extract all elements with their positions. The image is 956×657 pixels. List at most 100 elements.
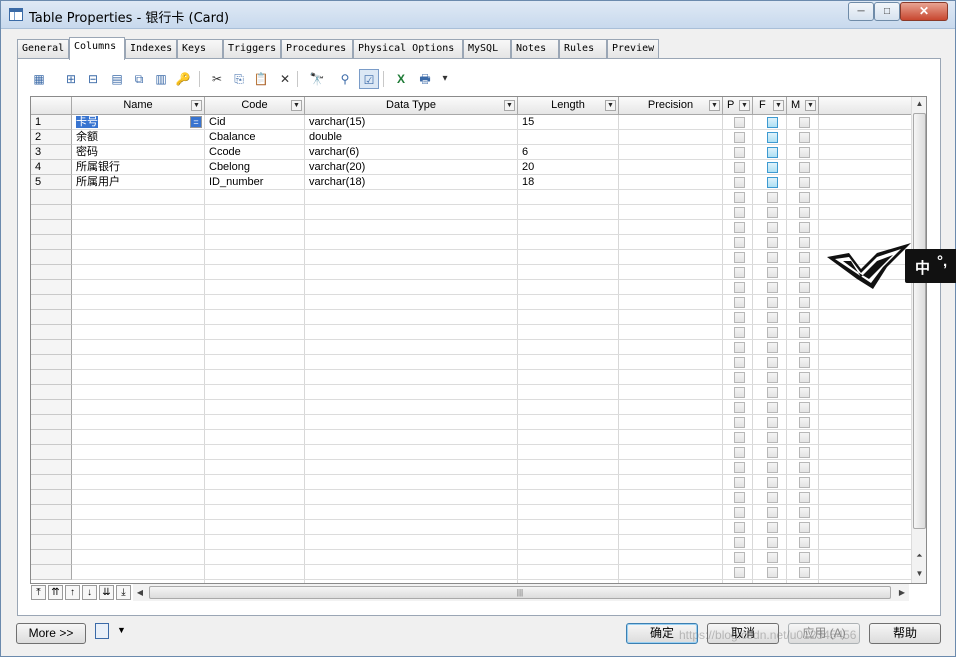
foreign-checkbox[interactable] <box>767 267 778 278</box>
title-bar[interactable]: Table Properties - 银行卡 (Card) ─ □ ✕ <box>1 1 955 29</box>
scroll-left-icon[interactable]: ◀ <box>133 584 147 601</box>
scroll-down-icon[interactable]: ▼ <box>913 567 926 581</box>
primary-checkbox[interactable] <box>734 192 745 203</box>
column-header-mandatory[interactable]: M ▼ <box>787 97 819 115</box>
excel-export-icon[interactable]: X <box>391 69 411 89</box>
foreign-checkbox[interactable] <box>767 402 778 413</box>
move-page-down-icon[interactable]: ⇊ <box>99 585 114 600</box>
empty-table-row[interactable] <box>72 505 912 520</box>
foreign-checkbox[interactable] <box>767 417 778 428</box>
empty-table-row[interactable] <box>72 190 912 205</box>
empty-table-row[interactable] <box>72 490 912 505</box>
mandatory-checkbox[interactable] <box>799 507 810 518</box>
chevron-down-icon[interactable]: ▼ <box>117 625 126 635</box>
row-number[interactable] <box>31 445 72 460</box>
row-number[interactable] <box>31 325 72 340</box>
primary-checkbox[interactable] <box>734 207 745 218</box>
mandatory-checkbox[interactable] <box>799 417 810 428</box>
insert-row-icon[interactable]: ⊞ <box>61 69 81 89</box>
empty-table-row[interactable] <box>72 415 912 430</box>
foreign-checkbox[interactable] <box>767 207 778 218</box>
empty-table-row[interactable] <box>72 400 912 415</box>
foreign-checkbox[interactable] <box>767 342 778 353</box>
foreign-checkbox[interactable] <box>767 462 778 473</box>
primary-checkbox[interactable] <box>734 312 745 323</box>
primary-checkbox[interactable] <box>734 342 745 353</box>
primary-checkbox[interactable] <box>734 222 745 233</box>
cell-length[interactable]: 6 <box>518 145 618 159</box>
foreign-checkbox[interactable] <box>767 492 778 503</box>
mandatory-checkbox[interactable] <box>799 207 810 218</box>
empty-table-row[interactable] <box>72 355 912 370</box>
mandatory-checkbox[interactable] <box>799 357 810 368</box>
cell-code[interactable]: Cbelong <box>205 160 304 174</box>
paste-icon[interactable]: 📋 <box>251 69 271 89</box>
ime-indicator[interactable]: 中 °, <box>827 239 956 291</box>
empty-table-row[interactable] <box>72 310 912 325</box>
minimize-button[interactable]: ─ <box>848 2 874 21</box>
add-columns-icon[interactable]: ▤ <box>107 69 127 89</box>
tab-triggers[interactable]: Triggers <box>223 39 281 59</box>
tab-physical-options[interactable]: Physical Options <box>353 39 463 59</box>
primary-checkbox[interactable] <box>734 117 745 128</box>
mandatory-checkbox[interactable] <box>799 282 810 293</box>
cell-name[interactable]: 所属用户 <box>72 175 204 189</box>
chevron-down-icon[interactable]: ▼ <box>739 100 750 111</box>
tab-rules[interactable]: Rules <box>559 39 607 59</box>
page-icon[interactable] <box>95 623 109 639</box>
primary-checkbox[interactable] <box>734 537 745 548</box>
empty-table-row[interactable] <box>72 340 912 355</box>
mandatory-checkbox[interactable] <box>799 462 810 473</box>
cell-name[interactable]: 所属银行 <box>72 160 204 174</box>
row-number[interactable] <box>31 250 72 265</box>
tab-indexes[interactable]: Indexes <box>125 39 177 59</box>
tab-preview[interactable]: Preview <box>607 39 659 59</box>
row-number[interactable] <box>31 475 72 490</box>
foreign-checkbox[interactable] <box>767 327 778 338</box>
close-button[interactable]: ✕ <box>900 2 948 21</box>
mandatory-checkbox[interactable] <box>799 177 810 188</box>
column-header-length[interactable]: Length ▼ <box>518 97 619 115</box>
foreign-checkbox[interactable] <box>767 537 778 548</box>
row-number[interactable] <box>31 490 72 505</box>
primary-checkbox[interactable] <box>734 237 745 248</box>
empty-table-row[interactable] <box>72 295 912 310</box>
dropdown-icon[interactable]: ▾ <box>439 69 451 89</box>
vertical-scrollbar[interactable]: ▲ ⏶ ▼ <box>911 97 926 583</box>
row-number[interactable] <box>31 310 72 325</box>
empty-table-row[interactable] <box>72 280 912 295</box>
cell-code[interactable]: ID_number <box>205 175 304 189</box>
foreign-checkbox[interactable] <box>767 477 778 488</box>
column-header-data-type[interactable]: Data Type ▼ <box>305 97 518 115</box>
primary-checkbox[interactable] <box>734 477 745 488</box>
print-icon[interactable]: 🖶 <box>415 69 435 89</box>
primary-checkbox[interactable] <box>734 417 745 428</box>
cell-data-type[interactable]: varchar(6) <box>305 145 517 159</box>
mandatory-checkbox[interactable] <box>799 237 810 248</box>
primary-checkbox[interactable] <box>734 282 745 293</box>
empty-table-row[interactable] <box>72 475 912 490</box>
foreign-checkbox[interactable] <box>767 252 778 263</box>
mandatory-checkbox[interactable] <box>799 477 810 488</box>
foreign-checkbox[interactable] <box>767 222 778 233</box>
copy-icon[interactable]: ⎘ <box>229 69 249 89</box>
table-row[interactable]: 卡号 = Cid varchar(15) 15 <box>72 115 912 130</box>
primary-checkbox[interactable] <box>734 432 745 443</box>
mandatory-checkbox[interactable] <box>799 192 810 203</box>
foreign-checkbox[interactable] <box>767 312 778 323</box>
primary-checkbox[interactable] <box>734 132 745 143</box>
cell-length[interactable] <box>518 130 618 144</box>
row-number[interactable] <box>31 205 72 220</box>
foreign-checkbox[interactable] <box>767 372 778 383</box>
row-number[interactable] <box>31 460 72 475</box>
primary-checkbox[interactable] <box>734 522 745 533</box>
empty-table-row[interactable] <box>72 325 912 340</box>
cell-name[interactable]: 卡号 = <box>72 115 204 129</box>
mandatory-checkbox[interactable] <box>799 447 810 458</box>
cell-data-type[interactable]: double <box>305 130 517 144</box>
foreign-checkbox[interactable] <box>767 297 778 308</box>
table-row[interactable]: 密码 Ccode varchar(6) 6 <box>72 145 912 160</box>
empty-table-row[interactable] <box>72 265 912 280</box>
mandatory-checkbox[interactable] <box>799 162 810 173</box>
mandatory-checkbox[interactable] <box>799 432 810 443</box>
